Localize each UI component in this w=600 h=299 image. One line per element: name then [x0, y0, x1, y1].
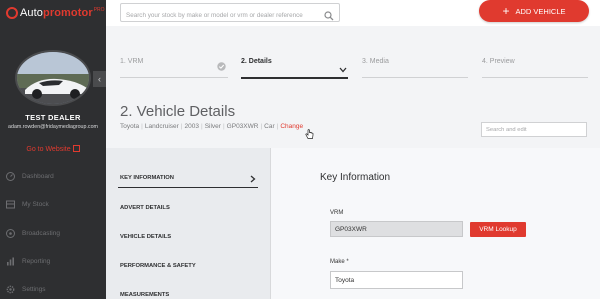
vrm-field[interactable] — [330, 221, 463, 237]
sidebar-item-label: Broadcasting — [22, 229, 60, 237]
step-label: 1. VRM — [120, 58, 144, 65]
logo-text-part2: promotor — [43, 7, 93, 19]
step-label: 2. Details — [241, 58, 272, 65]
step-media-line — [362, 77, 468, 78]
settings-icon — [6, 285, 15, 294]
plus-icon: + — [502, 4, 510, 18]
make-label: Make * — [330, 259, 349, 265]
search-and-edit-input[interactable] — [481, 122, 587, 137]
check-icon — [217, 58, 226, 76]
step-label: 4. Preview — [482, 58, 515, 65]
section-title: Key Information — [320, 172, 391, 183]
sidebar-item-label: My Stock — [22, 200, 49, 208]
dealer-name: TEST DEALER — [25, 113, 81, 122]
summary-colour: Silver — [204, 123, 221, 130]
add-vehicle-label: ADD VEHICLE — [515, 6, 566, 16]
step-preview-line — [482, 77, 588, 78]
page-title: 2. Vehicle Details — [120, 103, 236, 120]
sidebar-item-broadcasting[interactable]: Broadcasting — [6, 227, 106, 239]
summary-year: 2003 — [184, 123, 199, 130]
vrm-label: VRM — [330, 210, 344, 216]
app-logo[interactable]: Autopromotor PRO — [6, 4, 106, 22]
tab-measurements[interactable]: MEASUREMENTS — [120, 292, 169, 298]
tab-advert-details[interactable]: ADVERT DETAILS — [120, 205, 170, 211]
tab-vehicle-details[interactable]: VEHICLE DETAILS — [120, 234, 171, 240]
logo-pro-badge: PRO — [93, 7, 105, 13]
step-preview[interactable]: 4. Preview — [482, 58, 515, 78]
add-vehicle-button[interactable]: + ADD VEHICLE — [479, 0, 589, 22]
dashboard-icon — [6, 171, 15, 181]
summary-make: Toyota — [120, 123, 140, 130]
top-bar: + ADD VEHICLE — [106, 0, 600, 26]
sidebar-item-reporting[interactable]: Reporting — [6, 255, 106, 267]
step-details-line — [241, 77, 348, 79]
step-vrm-line — [120, 77, 228, 78]
summary-model: Landcruiser — [144, 123, 179, 130]
search-icon[interactable] — [324, 8, 334, 26]
hand-cursor-icon — [305, 127, 314, 145]
stock-icon — [6, 200, 15, 209]
sidebar-item-my-stock[interactable]: My Stock — [6, 198, 106, 210]
summary-type: Car — [264, 123, 275, 130]
sidebar-item-label: Settings — [22, 285, 46, 293]
summary-vrm: GP03XWR — [226, 123, 259, 130]
logo-mark-icon — [6, 7, 18, 19]
sidebar-item-settings[interactable]: Settings — [6, 283, 106, 295]
reporting-icon — [6, 257, 15, 266]
step-label: 3. Media — [362, 58, 389, 65]
chevron-down-icon[interactable] — [339, 60, 347, 78]
external-link-icon — [72, 145, 80, 152]
stock-search[interactable] — [120, 3, 340, 24]
stock-search-input[interactable] — [121, 7, 321, 24]
broadcast-icon — [6, 228, 15, 238]
vrm-lookup-button[interactable]: VRM Lookup — [470, 222, 526, 237]
step-media[interactable]: 3. Media — [362, 58, 389, 78]
sidebar-item-dashboard[interactable]: Dashboard — [6, 170, 106, 182]
tab-key-information[interactable]: KEY INFORMATION — [120, 175, 174, 181]
logo-text-part1: Auto — [20, 7, 44, 19]
dealer-email: adam.rowden@fridaymediagroup.com — [8, 124, 98, 130]
chevron-right-icon — [250, 175, 256, 185]
avatar[interactable] — [15, 50, 91, 106]
sidebar-item-label: Dashboard — [22, 172, 54, 180]
make-field[interactable] — [330, 271, 463, 289]
goto-website-link[interactable]: Go to Website — [0, 145, 106, 153]
chevron-left-icon[interactable]: ‹ — [93, 71, 106, 87]
vehicle-summary: Toyota | Landcruiser | 2003 | Silver | GP03X… — [120, 123, 304, 130]
step-vrm[interactable]: 1. VRM — [120, 58, 143, 78]
goto-website-label: Go to Website — [26, 146, 71, 153]
tab-performance-safety[interactable]: PERFORMANCE & SAFETY — [120, 263, 196, 269]
change-link[interactable]: Change — [280, 123, 303, 130]
sidebar-item-label: Reporting — [22, 257, 51, 265]
section-tabs: KEY INFORMATION ADVERT DETAILS VEHICLE D… — [106, 148, 271, 299]
active-tab-underline — [118, 187, 258, 188]
step-details[interactable]: 2. Details — [241, 58, 272, 78]
